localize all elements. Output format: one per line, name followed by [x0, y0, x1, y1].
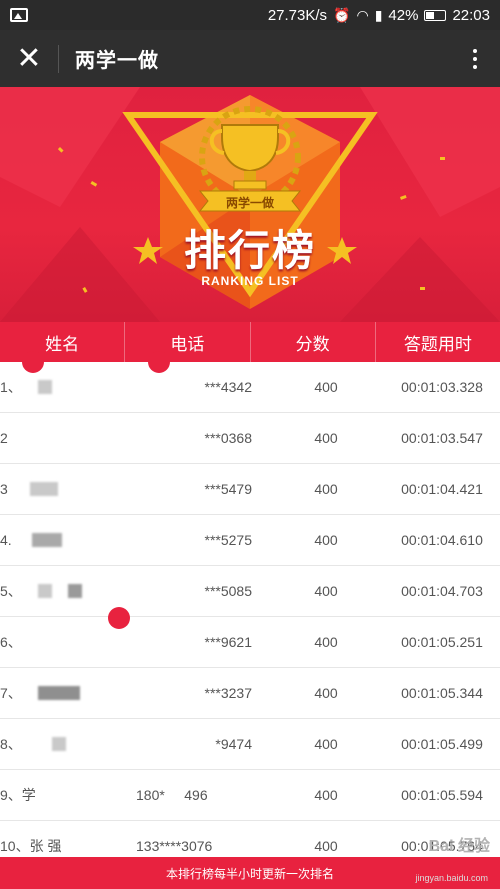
rank-dot-decoration [148, 351, 170, 373]
ranking-table: 1、 ***4342 400 00:01:03.328 2 ***0368 40… [0, 351, 500, 872]
status-right: 27.73K/s ⏰ ◠ ▮ 42% 22:03 [268, 7, 490, 24]
score-cell: 400 [314, 634, 338, 650]
score-cell: 400 [314, 736, 338, 752]
clock: 22:03 [452, 6, 490, 24]
more-dot-icon [473, 48, 477, 53]
phone-cell: ***3237 [204, 685, 253, 701]
rank-name: 6、 [0, 634, 22, 650]
table-row: 4. ***5275 400 00:01:04.610 [0, 515, 500, 566]
rank-name: 4. [0, 532, 12, 548]
wifi-icon: ◠ [356, 7, 369, 23]
phone-cell: *9474 [215, 736, 252, 752]
rank-name: 2 [0, 430, 8, 446]
baidu-watermark: Bai 经验 [428, 838, 490, 855]
table-row: 3 ***5479 400 00:01:04.421 [0, 464, 500, 515]
table-row: 5、 ***5085 400 00:01:04.703 [0, 566, 500, 617]
battery-icon [424, 9, 447, 21]
rank-name: 1、 [0, 379, 22, 395]
close-icon[interactable]: ✕ [16, 41, 41, 76]
status-bar: 27.73K/s ⏰ ◠ ▮ 42% 22:03 [0, 0, 500, 30]
network-speed: 27.73K/s [267, 6, 328, 24]
table-row: 8、 *9474 400 00:01:05.499 [0, 719, 500, 770]
phone-cell: ***4342 [204, 379, 253, 395]
time-cell: 00:01:03.547 [401, 430, 483, 446]
score-cell: 400 [314, 481, 338, 497]
time-cell: 00:01:05.251 [401, 634, 483, 650]
rank-name: 5、 [0, 583, 22, 599]
rank-name: 8、 [0, 736, 22, 752]
rank-name: 7、 [0, 685, 22, 701]
banner-subtitle: RANKING LIST [201, 274, 299, 288]
phone-cell: ***5275 [204, 532, 253, 548]
rank-name: 10、张 强 [0, 838, 62, 854]
baidu-watermark-url: jingyan.baidu.com [415, 873, 488, 883]
header-name: 姓名 [0, 322, 126, 362]
table-row: 2 ***0368 400 00:01:03.547 [0, 413, 500, 464]
banner-title: 排行榜 [183, 227, 316, 274]
time-cell: 00:01:05.344 [401, 685, 483, 701]
more-menu-button[interactable] [450, 30, 500, 87]
phone-cell: ***5085 [204, 583, 253, 599]
more-dot-icon [473, 56, 477, 61]
page-title: 两学一做 [75, 50, 159, 72]
table-row: 9、学 180* 496 400 00:01:05.594 [0, 770, 500, 821]
score-cell: 400 [314, 379, 338, 395]
score-cell: 400 [314, 532, 338, 548]
table-row: 7、 ***3237 400 00:01:05.344 [0, 668, 500, 719]
ranking-banner: 两学一做 排行榜 RANKING LIST [0, 87, 500, 322]
header-time: 答题用时 [403, 334, 472, 354]
phone-cell: ***5479 [204, 481, 253, 497]
title-bar: ✕ 两学一做 [0, 30, 500, 87]
score-cell: 400 [314, 583, 338, 599]
signal-icon: ▮ [374, 7, 383, 23]
time-cell: 00:01:03.328 [401, 379, 483, 395]
score-cell: 400 [314, 838, 338, 854]
time-cell: 00:01:05.499 [401, 736, 483, 752]
phone-cell: ***9621 [204, 634, 253, 650]
title-divider [58, 44, 59, 73]
more-dot-icon [473, 64, 477, 69]
table-row: 6、 ***9621 400 00:01:05.251 [0, 607, 500, 668]
rank-name: 9、学 [0, 787, 36, 803]
rank-dot-decoration [22, 351, 44, 373]
time-cell: 00:01:04.421 [401, 481, 483, 497]
phone-cell: 133****3076 [136, 838, 213, 854]
time-cell: 00:01:04.610 [401, 532, 483, 548]
score-cell: 400 [314, 787, 338, 803]
header-score: 分数 [251, 322, 376, 362]
rank-dot-decoration [108, 607, 130, 629]
time-cell: 00:01:04.703 [401, 583, 483, 599]
phone-cell: 180* 496 [136, 787, 208, 803]
rank-name: 3 [0, 481, 8, 497]
table-row: 1、 ***4342 400 00:01:03.328 [0, 351, 500, 413]
score-cell: 400 [314, 685, 338, 701]
alarm-icon: ⏰ [333, 7, 351, 23]
phone-cell: ***0368 [204, 430, 253, 446]
score-cell: 400 [314, 430, 338, 446]
battery-percent: 42% [388, 6, 419, 24]
table-header: 姓名 电话 分数 答题用时 [0, 322, 500, 362]
header-phone: 电话 [125, 322, 251, 362]
time-cell: 00:01:05.594 [401, 787, 483, 803]
close-button[interactable]: ✕ [0, 30, 58, 87]
image-notification-icon [10, 8, 28, 22]
banner-ribbon-text: 两学一做 [225, 196, 274, 210]
